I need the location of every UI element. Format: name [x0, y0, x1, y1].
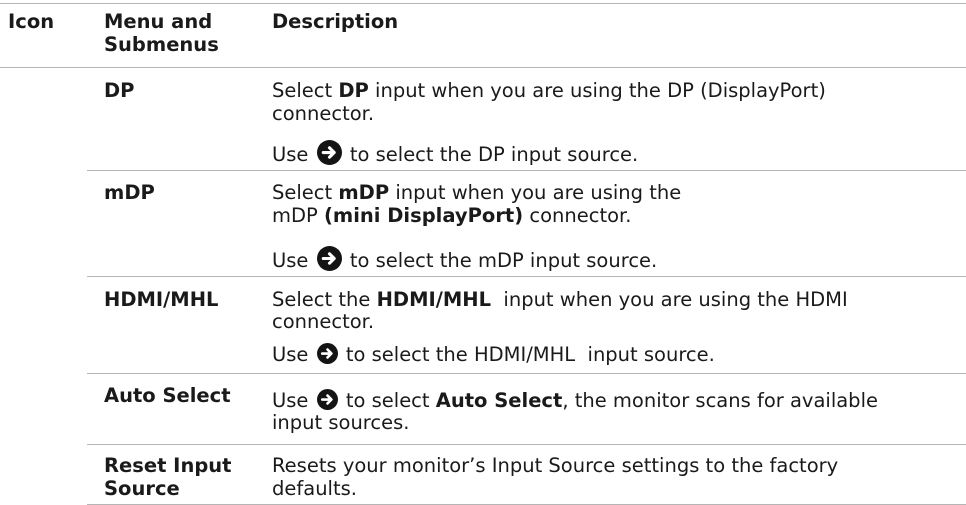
right-arrow-circle-icon [316, 140, 342, 165]
description-dp-usage: Use to select the DP input source. [272, 140, 638, 166]
text: to select [339, 389, 436, 412]
text: Select [272, 79, 339, 102]
menu-item-auto-select: Auto Select [104, 384, 231, 407]
right-arrow-circle-icon [316, 343, 338, 364]
header-rule [0, 67, 966, 68]
text: mDP [272, 204, 324, 227]
menu-item-reset-line2: Source [104, 477, 180, 500]
text: Use [272, 143, 309, 166]
description-dp-line2: connector. [272, 102, 375, 125]
row-rule [87, 170, 966, 171]
right-arrow-circle-icon [316, 389, 338, 410]
description-mdp-line1: Select mDP input when you are using the [272, 182, 681, 204]
header-menu-line1: Menu and [104, 10, 213, 33]
description-hdmi-line1: Select the HDMI/MHL input when you are u… [272, 289, 848, 311]
menu-item-mdp: mDP [104, 181, 155, 204]
text: Use [272, 389, 309, 412]
right-arrow-circle-icon [316, 246, 342, 271]
description-mdp-line2: mDP (mini DisplayPort) connector. [272, 205, 631, 227]
text: input when you are using the HDMI [491, 288, 848, 311]
description-hdmi-usage: Use to select the HDMI/MHL input source. [272, 343, 715, 366]
header-description: Description [272, 10, 399, 33]
header-icon: Icon [8, 10, 55, 33]
description-auto-select-line2: input sources. [272, 411, 410, 434]
input-source-menu-table: Icon Menu and Submenus Description DP Se… [0, 0, 966, 505]
text: Use [272, 343, 309, 366]
menu-item-dp: DP [104, 79, 135, 102]
description-hdmi-line2: connector. [272, 310, 375, 333]
text: input when you are using the DP (Display… [368, 79, 826, 102]
row-rule [87, 276, 966, 277]
menu-item-hdmi-mhl: HDMI/MHL [104, 288, 219, 311]
description-reset-line1: Resets your monitor’s Input Source setti… [272, 454, 839, 477]
text-bold: mDP [338, 181, 390, 204]
text: input when you are using the [389, 181, 682, 204]
text: , the monitor scans for available [562, 389, 878, 412]
description-reset-line2: defaults. [272, 477, 357, 500]
header-menu-line2: Submenus [104, 33, 219, 56]
description-mdp-usage: Use to select the mDP input source. [272, 246, 657, 272]
text: Select [272, 181, 339, 204]
text: Select the [272, 288, 377, 311]
text: Use [272, 249, 309, 272]
row-rule [87, 444, 966, 445]
text-bold: DP [338, 79, 369, 102]
description-auto-select-line1: Use to select Auto Select, the monitor s… [272, 389, 878, 412]
menu-item-reset-line1: Reset Input [104, 454, 232, 477]
row-rule [87, 373, 966, 374]
text-bold: HDMI/MHL [376, 288, 492, 311]
text: connector. [523, 204, 632, 227]
text: to select the HDMI/MHL input source. [339, 343, 715, 366]
text: to select the DP input source. [343, 143, 639, 166]
text: to select the mDP input source. [343, 249, 658, 272]
description-dp-line1: Select DP input when you are using the D… [272, 80, 826, 102]
text-bold: Auto Select [435, 389, 563, 412]
table-top-rule [0, 3, 966, 4]
text-bold: (mini DisplayPort) [323, 204, 524, 227]
